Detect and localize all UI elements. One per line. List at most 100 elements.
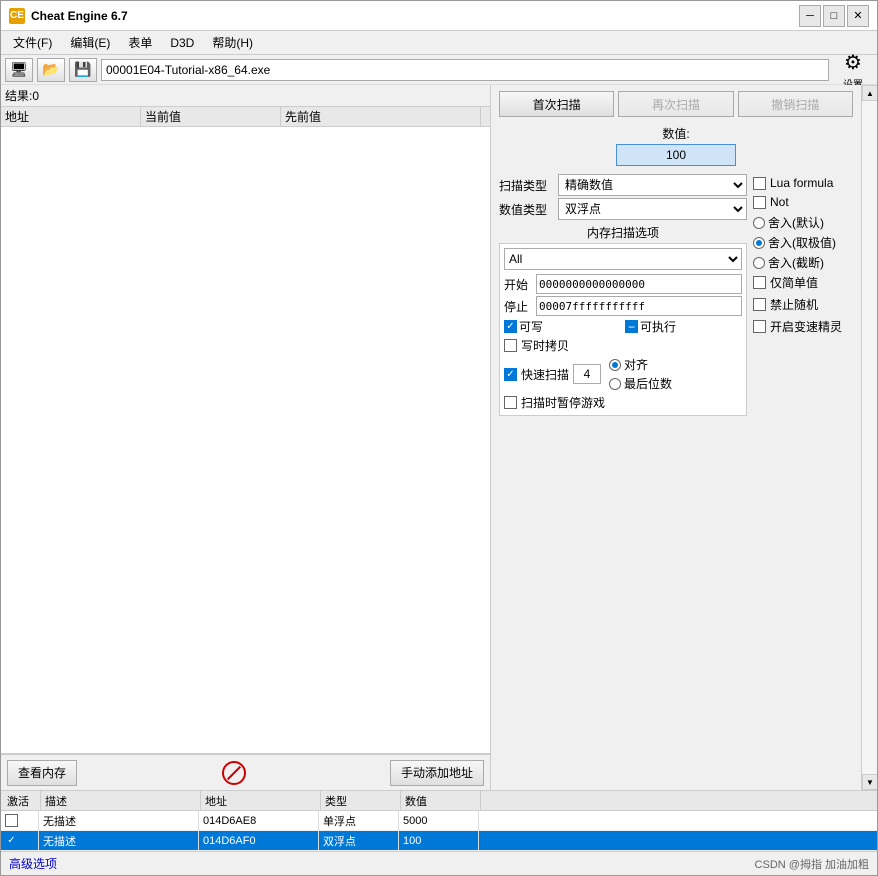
stop-address-input[interactable] bbox=[536, 296, 742, 316]
col-header-current: 当前值 bbox=[141, 107, 281, 126]
col-header-desc: 描述 bbox=[41, 791, 201, 810]
scroll-track[interactable] bbox=[862, 101, 877, 774]
menu-d3d[interactable]: D3D bbox=[162, 34, 202, 52]
value-input[interactable] bbox=[616, 144, 736, 166]
add-address-button[interactable]: 手动添加地址 bbox=[390, 760, 484, 786]
results-body bbox=[1, 127, 490, 527]
scan-left: 扫描类型 精确数值 数值类型 双浮点 bbox=[499, 174, 747, 420]
value-type-label: 数值类型 bbox=[499, 201, 554, 218]
round-extreme-radio[interactable] bbox=[753, 237, 765, 249]
scroll-down-button[interactable]: ▼ bbox=[862, 774, 877, 790]
writable-label: 可写 bbox=[519, 318, 543, 335]
executable-checkbox[interactable]: − bbox=[625, 320, 638, 333]
fast-scan-input[interactable] bbox=[573, 364, 601, 384]
start-addr-row: 开始 bbox=[504, 274, 742, 294]
value-type-dropdown[interactable]: 双浮点 bbox=[558, 198, 747, 220]
addr-cell-value-1: 100 bbox=[399, 831, 479, 850]
status-advanced-options[interactable]: 高级选项 bbox=[9, 855, 57, 872]
right-panel: 首次扫描 再次扫描 撤销扫描 数值: 扫描类型 精确数值 bbox=[491, 85, 861, 790]
value-label: 数值: bbox=[662, 125, 689, 142]
round-default-radio[interactable] bbox=[753, 217, 765, 229]
not-row: Not bbox=[753, 195, 853, 209]
scan-type-dropdown[interactable]: 精确数值 bbox=[558, 174, 747, 196]
window-controls: ─ □ ✕ bbox=[799, 5, 869, 27]
col-header-addr: 地址 bbox=[201, 791, 321, 810]
round-truncate-radio[interactable] bbox=[753, 257, 765, 269]
align-label: 对齐 bbox=[624, 356, 648, 373]
addr-list-body: 无描述 014D6AE8 单浮点 5000 ✓ 无描述 014D6AF0 双浮点… bbox=[1, 811, 877, 851]
first-scan-button[interactable]: 首次扫描 bbox=[499, 91, 614, 117]
no-random-checkbox[interactable] bbox=[753, 298, 766, 311]
settings-icon: ⚙ bbox=[837, 48, 869, 76]
fast-scan-checkbox[interactable]: ✓ bbox=[504, 368, 517, 381]
minimize-button[interactable]: ─ bbox=[799, 5, 821, 27]
round-default-label: 舍入(默认) bbox=[768, 214, 824, 231]
align-radio-group: 对齐 最后位数 bbox=[609, 356, 672, 392]
round-default-row: 舍入(默认) bbox=[753, 214, 853, 231]
addr-cell-addr-1: 014D6AF0 bbox=[199, 831, 319, 850]
executable-col: − 可执行 bbox=[625, 318, 742, 335]
writable-checkbox[interactable]: ✓ bbox=[504, 320, 517, 333]
lua-formula-checkbox[interactable] bbox=[753, 177, 766, 190]
toolbar-save-button[interactable]: 💾 bbox=[69, 58, 97, 82]
executable-label: 可执行 bbox=[640, 318, 676, 335]
toolbar-monitor-button[interactable]: 🖥 bbox=[5, 58, 33, 82]
var-wizard-checkbox[interactable] bbox=[753, 320, 766, 333]
align-radio[interactable] bbox=[609, 359, 621, 371]
col-header-type: 类型 bbox=[321, 791, 401, 810]
left-bottom-bar: 查看内存 手动添加地址 bbox=[1, 754, 490, 790]
scan-type-row: 扫描类型 精确数值 bbox=[499, 174, 747, 196]
addr-cell-desc-1: 无描述 bbox=[39, 831, 199, 850]
addr-cell-type-1: 双浮点 bbox=[319, 831, 399, 850]
lua-formula-label: Lua formula bbox=[770, 176, 833, 190]
next-scan-button[interactable]: 再次扫描 bbox=[618, 91, 733, 117]
addr-list-row-0[interactable]: 无描述 014D6AE8 单浮点 5000 bbox=[1, 811, 877, 831]
start-address-input[interactable] bbox=[536, 274, 742, 294]
last-digit-radio[interactable] bbox=[609, 378, 621, 390]
align-radio-row: 对齐 bbox=[609, 356, 672, 373]
fast-scan-row: ✓ 快速扫描 对齐 最 bbox=[504, 356, 742, 392]
last-digit-radio-row: 最后位数 bbox=[609, 375, 672, 392]
stop-label: 停止 bbox=[504, 298, 532, 315]
pause-row: 扫描时暂停游戏 bbox=[504, 394, 742, 411]
menu-help[interactable]: 帮助(H) bbox=[204, 32, 261, 53]
stop-addr-row: 停止 bbox=[504, 296, 742, 316]
lua-formula-row: Lua formula bbox=[753, 176, 853, 190]
title-bar-left: CE Cheat Engine 6.7 bbox=[9, 8, 128, 24]
pause-label: 扫描时暂停游戏 bbox=[521, 394, 605, 411]
col-header-previous: 先前值 bbox=[281, 107, 481, 126]
main-content: 结果:0 地址 当前值 先前值 ↘ 查看内存 bbox=[1, 85, 877, 851]
last-digit-label: 最后位数 bbox=[624, 375, 672, 392]
results-count: 结果:0 bbox=[5, 89, 39, 103]
process-input[interactable] bbox=[101, 59, 829, 81]
col-header-address: 地址 bbox=[1, 107, 141, 126]
memory-range-dropdown[interactable]: All bbox=[504, 248, 742, 270]
simple-only-checkbox[interactable] bbox=[753, 276, 766, 289]
toolbar-open-button[interactable]: 📂 bbox=[37, 58, 65, 82]
scroll-up-button[interactable]: ▲ bbox=[862, 85, 877, 101]
scan-type-label: 扫描类型 bbox=[499, 177, 554, 194]
not-checkbox[interactable] bbox=[753, 196, 766, 209]
results-header: 结果:0 bbox=[1, 85, 490, 107]
addr-active-checkbox-1[interactable]: ✓ bbox=[5, 834, 18, 847]
status-bar: 高级选项 CSDN @拇指 加油加粗 bbox=[1, 851, 877, 875]
addr-list-row-1[interactable]: ✓ 无描述 014D6AF0 双浮点 100 bbox=[1, 831, 877, 851]
process-bar: 🖥 📂 💾 ⚙ 设置 bbox=[1, 55, 877, 85]
addr-cell-active-1: ✓ bbox=[1, 831, 39, 850]
maximize-button[interactable]: □ bbox=[823, 5, 845, 27]
value-section: 数值: bbox=[499, 125, 853, 166]
addr-list-header: 激活 描述 地址 类型 数值 bbox=[1, 791, 877, 811]
view-memory-button[interactable]: 查看内存 bbox=[7, 760, 77, 786]
menu-file[interactable]: 文件(F) bbox=[5, 32, 60, 53]
addr-active-checkbox-0[interactable] bbox=[5, 814, 18, 827]
fast-scan-label: 快速扫描 bbox=[521, 366, 569, 383]
value-type-row: 数值类型 双浮点 bbox=[499, 198, 747, 220]
copy-on-write-checkbox[interactable] bbox=[504, 339, 517, 352]
pause-checkbox[interactable] bbox=[504, 396, 517, 409]
menu-edit[interactable]: 编辑(E) bbox=[62, 32, 118, 53]
close-button[interactable]: ✕ bbox=[847, 5, 869, 27]
undo-scan-button[interactable]: 撤销扫描 bbox=[738, 91, 853, 117]
menu-table[interactable]: 表单 bbox=[120, 32, 160, 53]
writable-col: ✓ 可写 bbox=[504, 318, 621, 335]
round-extreme-label: 舍入(取极值) bbox=[768, 234, 836, 251]
